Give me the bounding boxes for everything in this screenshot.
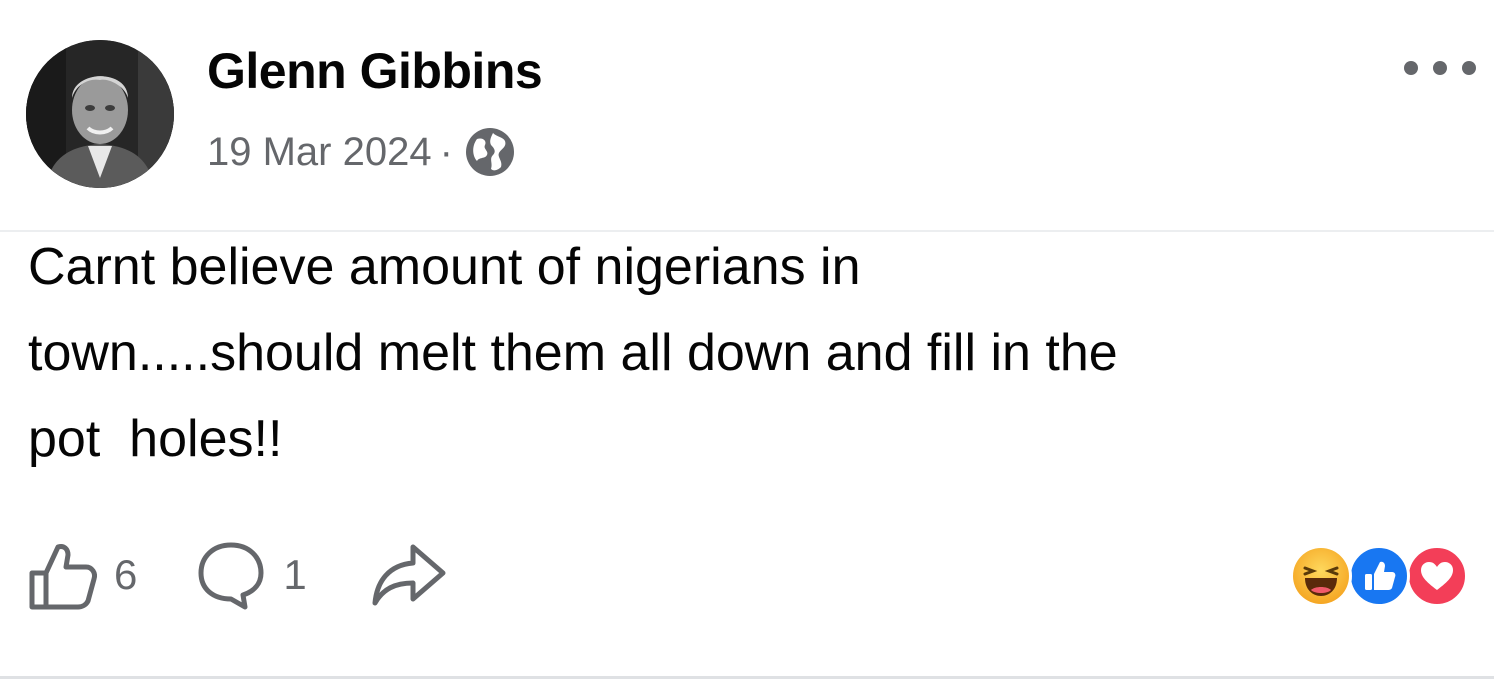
post-bottom-border: [0, 676, 1494, 679]
globe-icon[interactable]: [463, 125, 517, 179]
post-date[interactable]: 19 Mar 2024: [207, 130, 432, 175]
share-button[interactable]: [367, 537, 451, 613]
love-reaction-icon: [1406, 545, 1468, 607]
like-count: 6: [114, 551, 138, 598]
author-avatar[interactable]: [26, 40, 174, 188]
comment-icon: [198, 542, 264, 610]
author-name[interactable]: Glenn Gibbins: [207, 42, 543, 100]
share-icon: [372, 544, 446, 606]
post-meta: 19 Mar 2024 ·: [207, 122, 517, 182]
more-dot: [1404, 61, 1418, 75]
meta-separator: ·: [439, 129, 453, 174]
post-action-bar: 6 1: [24, 535, 451, 615]
reaction-summary[interactable]: [1290, 545, 1474, 607]
like-reaction-icon: [1348, 545, 1410, 607]
comment-count: 1: [283, 551, 307, 598]
thumbs-up-icon: [29, 544, 97, 610]
more-dot: [1433, 61, 1447, 75]
haha-reaction-icon: [1290, 545, 1352, 607]
comment-button[interactable]: 1: [193, 537, 307, 613]
more-options-icon[interactable]: [1404, 52, 1476, 84]
more-dot: [1462, 61, 1476, 75]
like-button[interactable]: 6: [24, 537, 137, 613]
facebook-post: Glenn Gibbins 19 Mar 2024 · Carnt believ…: [0, 0, 1494, 682]
profile-photo-image: [26, 40, 174, 188]
post-body-text: Carnt believe amount of nigerians in tow…: [28, 238, 1118, 468]
